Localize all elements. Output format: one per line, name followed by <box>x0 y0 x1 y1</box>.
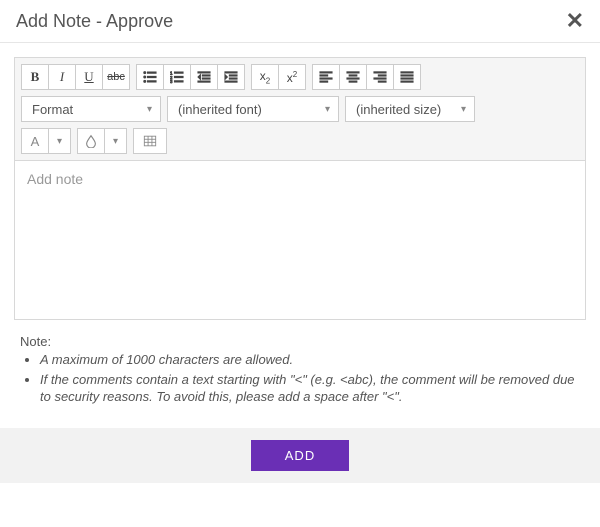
notes-label: Note: <box>20 334 580 349</box>
note-placeholder: Add note <box>27 171 83 187</box>
note-item: If the comments contain a text starting … <box>40 371 580 406</box>
editor-toolbar: B I U abc 123 x2 <box>14 57 586 160</box>
chevron-down-icon: ▾ <box>325 104 330 115</box>
size-select-label: (inherited size) <box>356 102 441 117</box>
align-group <box>312 64 421 90</box>
editor-container: B I U abc 123 x2 <box>0 43 600 330</box>
size-select[interactable]: (inherited size) ▾ <box>345 96 475 122</box>
format-select-label: Format <box>32 102 73 117</box>
chevron-down-icon: ▾ <box>461 104 466 115</box>
bg-color-dropdown[interactable]: ▾ <box>105 128 127 154</box>
dialog-footer: ADD <box>0 428 600 483</box>
subscript-button[interactable]: x2 <box>251 64 279 90</box>
dialog-header: Add Note - Approve ✕ <box>0 0 600 43</box>
dialog-title: Add Note - Approve <box>16 11 173 32</box>
svg-text:3: 3 <box>170 79 173 84</box>
text-color-button[interactable]: A <box>21 128 49 154</box>
bg-color-button[interactable] <box>77 128 105 154</box>
underline-button[interactable]: U <box>75 64 103 90</box>
list-indent-group: 123 <box>136 64 245 90</box>
format-select[interactable]: Format ▾ <box>21 96 161 122</box>
align-justify-button[interactable] <box>393 64 421 90</box>
chevron-down-icon: ▾ <box>147 104 152 115</box>
note-item: A maximum of 1000 characters are allowed… <box>40 351 580 369</box>
numbered-list-button[interactable]: 123 <box>163 64 191 90</box>
italic-button[interactable]: I <box>48 64 76 90</box>
bullet-list-button[interactable] <box>136 64 164 90</box>
strikethrough-button[interactable]: abc <box>102 64 130 90</box>
align-right-button[interactable] <box>366 64 394 90</box>
text-color-group: A ▾ <box>21 128 71 154</box>
close-icon[interactable]: ✕ <box>566 10 584 32</box>
insert-table-button[interactable] <box>133 128 167 154</box>
text-color-dropdown[interactable]: ▾ <box>49 128 71 154</box>
notes-section: Note: A maximum of 1000 characters are a… <box>0 330 600 428</box>
script-group: x2 x2 <box>251 64 306 90</box>
align-left-button[interactable] <box>312 64 340 90</box>
superscript-button[interactable]: x2 <box>278 64 306 90</box>
bg-color-group: ▾ <box>77 128 127 154</box>
bold-button[interactable]: B <box>21 64 49 90</box>
font-select[interactable]: (inherited font) ▾ <box>167 96 339 122</box>
align-center-button[interactable] <box>339 64 367 90</box>
outdent-button[interactable] <box>190 64 218 90</box>
table-group <box>133 128 167 154</box>
indent-button[interactable] <box>217 64 245 90</box>
note-textarea[interactable]: Add note <box>14 160 586 320</box>
notes-list: A maximum of 1000 characters are allowed… <box>20 351 580 406</box>
text-style-group: B I U abc <box>21 64 130 90</box>
font-select-label: (inherited font) <box>178 102 262 117</box>
add-button[interactable]: ADD <box>251 440 349 471</box>
